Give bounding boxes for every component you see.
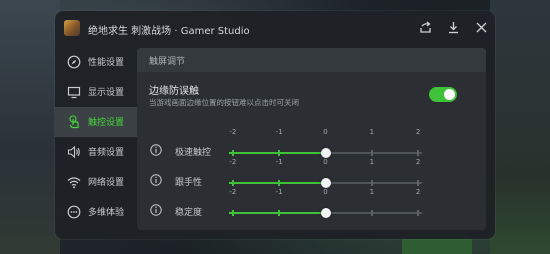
game-app-icon — [64, 20, 80, 36]
slider-tick — [231, 150, 234, 156]
sidebar-item-label: 触控设置 — [88, 118, 125, 128]
sidebar-item-label: 音频设置 — [88, 148, 125, 158]
slider-tick — [370, 180, 373, 186]
game-background-right — [490, 0, 550, 254]
speaker-icon — [67, 145, 81, 159]
share-icon — [419, 21, 431, 33]
touch-hand-icon — [67, 115, 81, 129]
touch-settings-content: 触屏调节 边缘防误触 当游戏画面边缘位置的按钮难以点击时可关闭 极速触控 -2 -1… — [137, 48, 486, 230]
tick-labels: -2 -1 0 1 2 — [229, 188, 422, 198]
close-icon — [476, 22, 486, 33]
slider-thumb[interactable] — [320, 178, 331, 188]
monitor-icon — [67, 85, 81, 99]
slider-thumb[interactable] — [320, 208, 331, 218]
settings-panel: 绝地求生 刺激战场 · Gamer Studio 性能设置 显示设置 触控设置 … — [55, 11, 495, 239]
sidebar-item-experience[interactable]: 多维体验 — [55, 197, 137, 227]
app-title: 绝地求生 刺激战场 · Gamer Studio — [88, 26, 250, 37]
tick-label: 1 — [369, 158, 375, 166]
share-button[interactable] — [415, 18, 435, 38]
tick-label: -1 — [275, 158, 283, 166]
sidebar-item-label: 多维体验 — [88, 208, 125, 218]
section-header: 触屏调节 — [137, 48, 486, 72]
toggle-knob — [444, 89, 455, 100]
tick-labels: -2 -1 0 1 2 — [229, 158, 422, 168]
slider-thumb[interactable] — [320, 148, 331, 158]
tick-label: -2 — [229, 128, 237, 136]
sidebar: 性能设置 显示设置 触控设置 音频设置 网络设置 多维体验 — [55, 47, 137, 227]
slider-tick — [417, 210, 420, 216]
sidebar-item-label: 性能设置 — [88, 58, 125, 68]
tick-label: 1 — [369, 188, 375, 196]
tick-label: -1 — [275, 188, 283, 196]
wifi-icon — [67, 175, 81, 189]
slider-tick — [231, 210, 234, 216]
slider-tick — [370, 210, 373, 216]
info-icon[interactable] — [150, 144, 162, 156]
sidebar-item-performance[interactable]: 性能设置 — [55, 47, 137, 77]
compass-icon — [67, 55, 81, 69]
slider-tick — [278, 210, 281, 216]
tick-label: 0 — [323, 158, 328, 166]
sidebar-item-display[interactable]: 显示设置 — [55, 77, 137, 107]
download-button[interactable] — [443, 18, 463, 38]
sidebar-item-label: 网络设置 — [88, 178, 125, 188]
more-dots-icon — [67, 205, 81, 219]
tick-label: 1 — [369, 128, 375, 136]
tick-label: -2 — [229, 188, 237, 196]
slider-tick — [370, 150, 373, 156]
tick-label: 0 — [323, 128, 328, 136]
tick-labels: -2 -1 0 1 2 — [229, 128, 422, 138]
panel-header: 绝地求生 刺激战场 · Gamer Studio — [55, 11, 495, 47]
close-button[interactable] — [471, 18, 491, 38]
download-icon — [448, 22, 458, 34]
slider-tick — [278, 180, 281, 186]
info-icon[interactable] — [150, 204, 162, 216]
slider-label: 跟手性 — [175, 178, 203, 188]
slider-tick — [417, 180, 420, 186]
slider-tick — [231, 180, 234, 186]
slider-row-stability: 稳定度 -2 -1 0 1 2 — [137, 188, 486, 228]
tick-label: 2 — [415, 158, 421, 166]
edge-guard-title: 边缘防误触 — [149, 86, 199, 97]
sidebar-item-audio[interactable]: 音频设置 — [55, 137, 137, 167]
game-background-left — [0, 0, 60, 254]
slider-label: 稳定度 — [175, 208, 203, 218]
section-title: 触屏调节 — [149, 57, 186, 67]
edge-guard-toggle[interactable] — [429, 87, 457, 102]
sidebar-item-label: 显示设置 — [88, 88, 125, 98]
tick-label: 0 — [323, 188, 328, 196]
slider-tick — [278, 150, 281, 156]
sidebar-item-touch[interactable]: 触控设置 — [55, 107, 137, 137]
slider-stability[interactable] — [229, 206, 422, 220]
slider-label: 极速触控 — [175, 148, 212, 158]
info-icon[interactable] — [150, 174, 162, 186]
slider-tick — [417, 150, 420, 156]
edge-guard-description: 当游戏画面边缘位置的按钮难以点击时可关闭 — [149, 98, 299, 107]
tick-label: 2 — [415, 128, 421, 136]
tick-label: 2 — [415, 188, 421, 196]
tick-label: -1 — [275, 128, 283, 136]
tick-label: -2 — [229, 158, 237, 166]
sidebar-item-network[interactable]: 网络设置 — [55, 167, 137, 197]
